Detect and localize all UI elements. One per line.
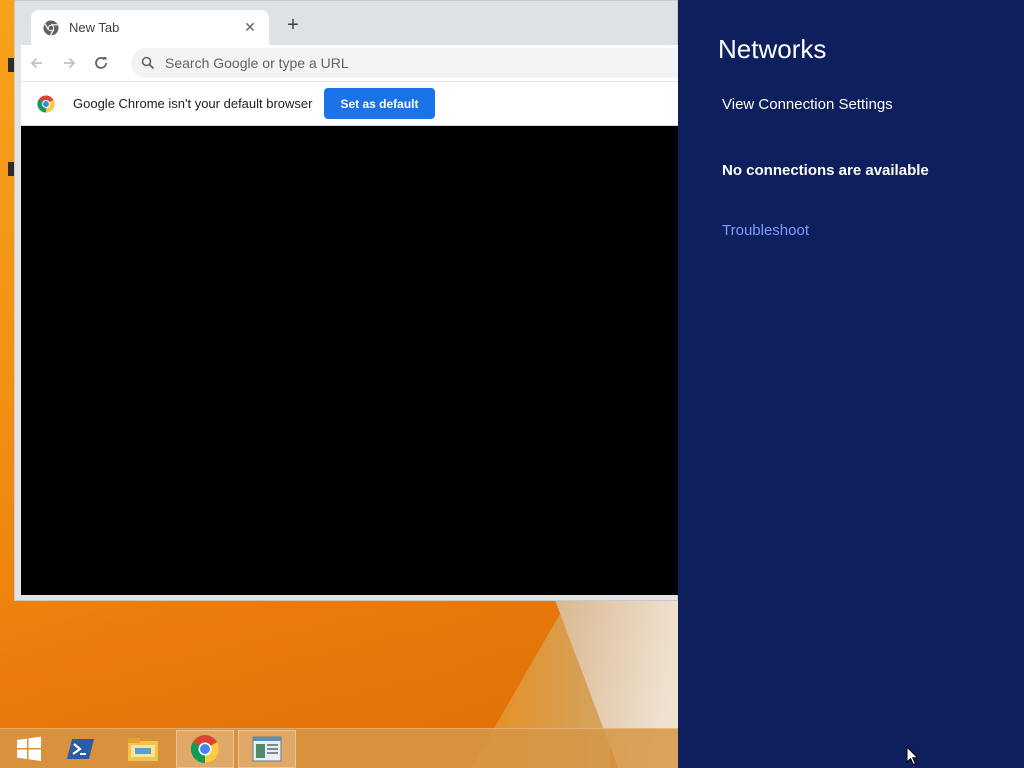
- tab-new-tab[interactable]: New Tab ✕: [31, 10, 269, 45]
- new-tab-button[interactable]: +: [281, 13, 305, 37]
- omnibox-placeholder: Search Google or type a URL: [165, 55, 349, 71]
- mouse-cursor-icon: [906, 746, 919, 766]
- browser-toolbar: Search Google or type a URL: [21, 45, 691, 81]
- powershell-icon: [67, 739, 94, 759]
- set-as-default-button[interactable]: Set as default: [324, 88, 435, 119]
- tab-strip: New Tab ✕ +: [15, 1, 677, 45]
- chrome-logo-icon: [37, 95, 55, 113]
- search-icon: [141, 56, 155, 70]
- troubleshoot-link[interactable]: Troubleshoot: [722, 222, 809, 239]
- windows-start-icon: [17, 736, 41, 761]
- reload-icon: [95, 57, 107, 69]
- infobar-message: Google Chrome isn't your default browser: [73, 96, 313, 111]
- view-connection-settings-link[interactable]: View Connection Settings: [722, 96, 893, 113]
- taskbar-powershell[interactable]: [52, 730, 110, 768]
- taskbar: [0, 728, 680, 768]
- chrome-icon: [191, 735, 219, 763]
- back-button[interactable]: [21, 47, 53, 79]
- default-browser-infobar: Google Chrome isn't your default browser…: [21, 81, 679, 126]
- chrome-favicon-icon: [43, 20, 59, 36]
- networks-heading: Networks: [718, 34, 827, 64]
- reload-button[interactable]: [85, 47, 117, 79]
- app-window-icon: [252, 736, 282, 762]
- taskbar-app-window[interactable]: [238, 730, 296, 768]
- back-arrow-icon: [30, 57, 42, 69]
- tab-close-icon[interactable]: ✕: [241, 19, 259, 36]
- tab-title: New Tab: [69, 20, 120, 35]
- taskbar-file-explorer[interactable]: [114, 730, 172, 768]
- networks-panel: Networks View Connection Settings No con…: [678, 0, 1024, 768]
- forward-button[interactable]: [53, 47, 85, 79]
- connection-status: No connections are available: [722, 162, 929, 179]
- start-button[interactable]: [0, 730, 58, 768]
- chrome-window: New Tab ✕ + Search Google or type a URL …: [14, 0, 691, 601]
- forward-arrow-icon: [64, 57, 76, 69]
- omnibox[interactable]: Search Google or type a URL: [131, 48, 691, 78]
- file-explorer-icon: [128, 738, 158, 761]
- page-content[interactable]: [21, 126, 679, 595]
- taskbar-chrome[interactable]: [176, 730, 234, 768]
